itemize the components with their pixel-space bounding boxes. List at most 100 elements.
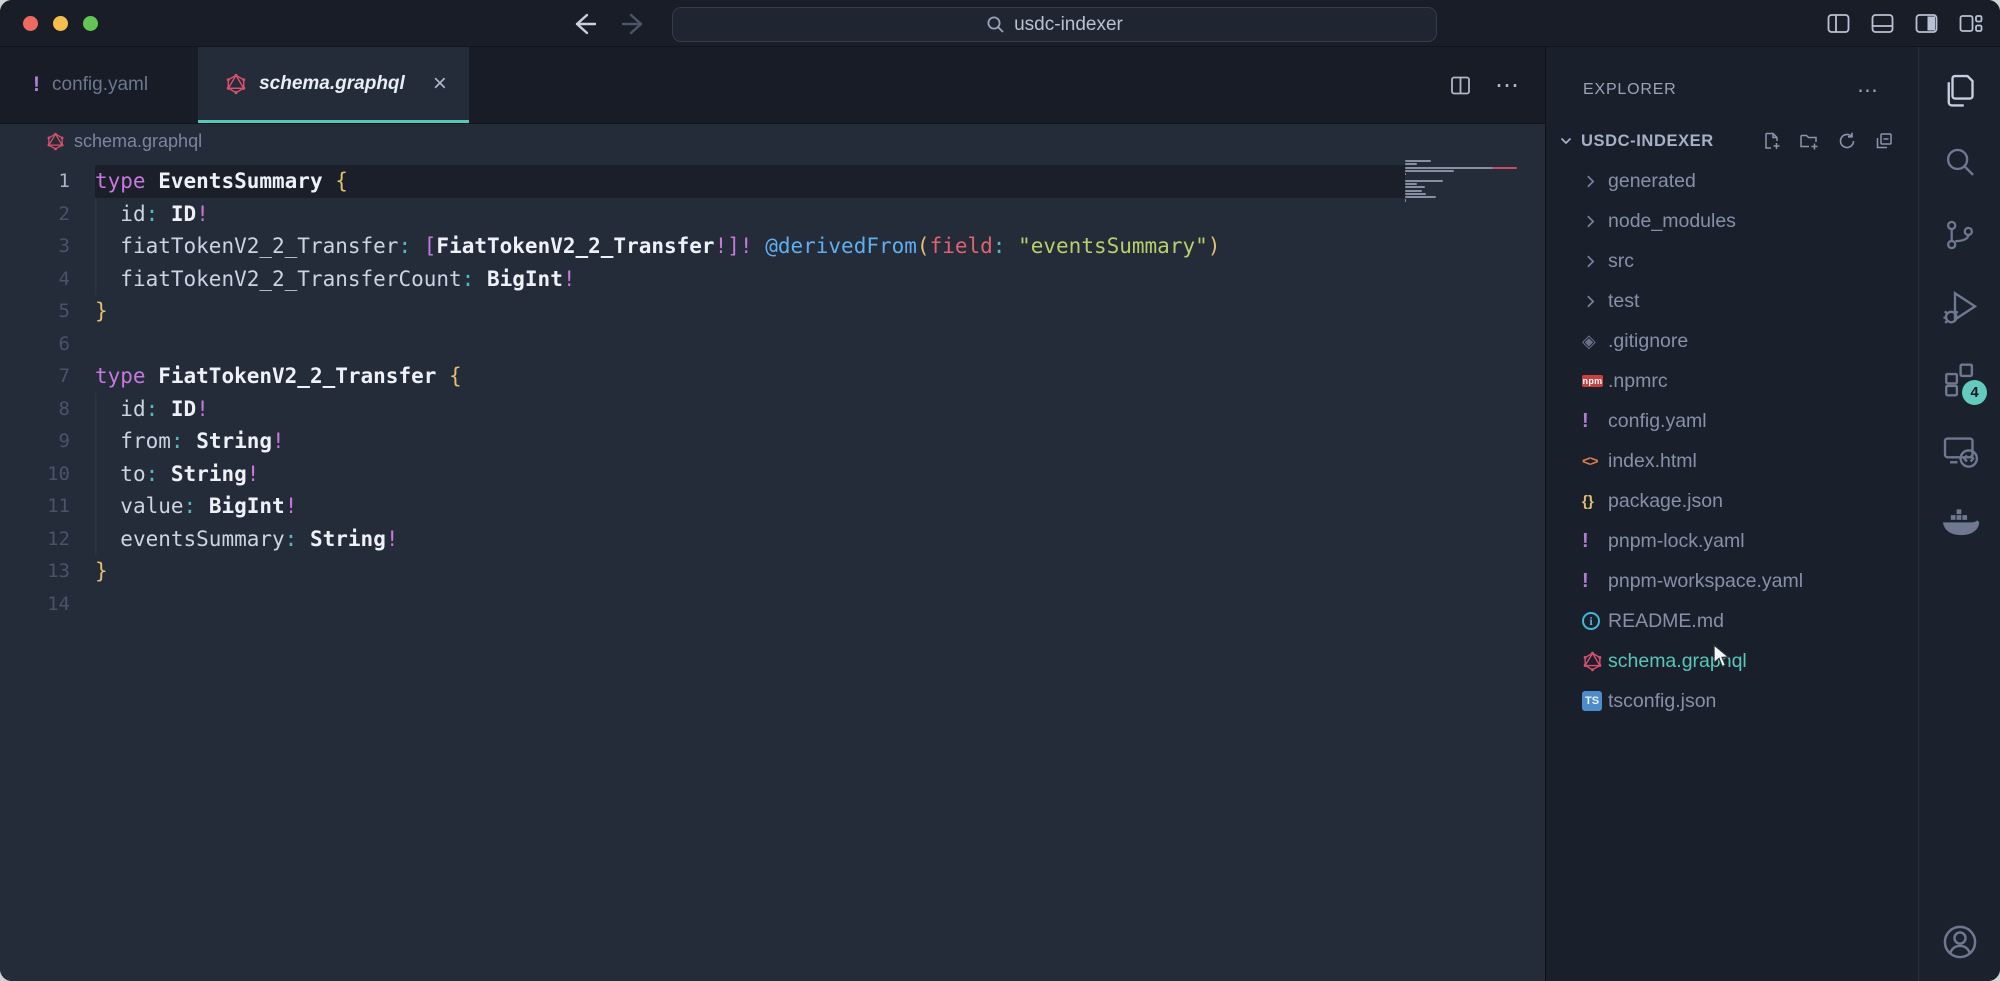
activitybar-account[interactable]: [1919, 921, 2000, 963]
explorer-item-gitignore[interactable]: ◈.gitignore: [1546, 321, 1918, 361]
code-token: [146, 169, 159, 193]
code-editor[interactable]: 1type EventsSummary {2 id: ID!3 fiatToke…: [0, 158, 1545, 981]
explorer-item-package-json[interactable]: {}package.json: [1546, 481, 1918, 521]
close-window-button[interactable]: [23, 16, 38, 31]
search-value: usdc-indexer: [1014, 14, 1123, 36]
chevron-right-icon: [1582, 253, 1608, 270]
back-arrow-icon[interactable]: [568, 11, 598, 37]
search-icon: [986, 15, 1005, 34]
yaml-icon: !: [1582, 410, 1608, 433]
code-line-11[interactable]: 11 value: BigInt!: [0, 490, 1545, 523]
code-line-2[interactable]: 2 id: ID!: [0, 198, 1545, 231]
code-token: [95, 462, 120, 486]
code-line-7[interactable]: 7type FiatTokenV2_2_Transfer {: [0, 360, 1545, 393]
explorer-item-pnpm-workspace-yaml[interactable]: !pnpm-workspace.yaml: [1546, 561, 1918, 601]
code-line-8[interactable]: 8 id: ID!: [0, 393, 1545, 426]
chevron-down-icon: [1558, 133, 1574, 149]
code-line-12[interactable]: 12 eventsSummary: String!: [0, 523, 1545, 556]
code-token: value: [120, 494, 183, 518]
forward-arrow-icon[interactable]: [620, 11, 650, 37]
code-line-content: value: BigInt!: [95, 490, 1405, 523]
npm-icon: npm: [1582, 375, 1608, 387]
code-token: [158, 397, 171, 421]
traffic-lights: [23, 16, 98, 31]
explorer-item-npmrc[interactable]: npm.npmrc: [1546, 361, 1918, 401]
toggle-left-panel-icon[interactable]: [1825, 10, 1852, 37]
code-line-4[interactable]: 4 fiatTokenV2_2_TransferCount: BigInt!: [0, 263, 1545, 296]
code-token: ID: [171, 202, 196, 226]
code-token: @derivedFrom: [765, 234, 917, 258]
code-token: BigInt: [209, 494, 285, 518]
code-token: [184, 429, 197, 453]
minimap-line: [1405, 167, 1517, 169]
code-line-10[interactable]: 10 to: String!: [0, 458, 1545, 491]
activitybar-docker[interactable]: [1919, 487, 2000, 559]
code-token: FiatTokenV2_2_Transfer: [158, 364, 436, 388]
code-token: [411, 234, 424, 258]
chevron-right-icon: [1582, 293, 1608, 310]
extensions-badge: 4: [1962, 380, 1987, 405]
explorer-item-label: schema.graphql: [1608, 650, 1747, 673]
line-number: 6: [0, 328, 95, 361]
code-line-9[interactable]: 9 from: String!: [0, 425, 1545, 458]
explorer-item-config-yaml[interactable]: !config.yaml: [1546, 401, 1918, 441]
new-file-icon[interactable]: [1762, 131, 1782, 151]
titlebar: usdc-indexer: [0, 0, 2000, 47]
explorer-item-node-modules[interactable]: node_modules: [1546, 201, 1918, 241]
code-token: String: [171, 462, 247, 486]
collapse-all-icon[interactable]: [1874, 131, 1894, 151]
explorer-item-src[interactable]: src: [1546, 241, 1918, 281]
code-token: [95, 202, 120, 226]
more-actions-icon[interactable]: ⋯: [1495, 71, 1521, 100]
explorer-more-actions-icon[interactable]: ⋯: [1857, 78, 1880, 103]
close-tab-icon[interactable]: ×: [433, 72, 447, 96]
breadcrumb[interactable]: schema.graphql: [0, 124, 1545, 158]
graphql-icon: [1582, 651, 1608, 672]
code-line-5[interactable]: 5}: [0, 295, 1545, 328]
code-token: [95, 397, 120, 421]
explorer-item-label: index.html: [1608, 450, 1697, 473]
activitybar-source-control[interactable]: [1919, 199, 2000, 271]
toggle-right-sidebar-icon[interactable]: [1913, 10, 1940, 37]
docker-icon: [1939, 502, 1981, 544]
activitybar-explorer[interactable]: [1919, 55, 2000, 127]
yaml-icon: !: [33, 73, 40, 97]
split-editor-icon[interactable]: [1448, 73, 1473, 98]
explorer-item-pnpm-lock-yaml[interactable]: !pnpm-lock.yaml: [1546, 521, 1918, 561]
activitybar-remote-explorer[interactable]: [1919, 415, 2000, 487]
minimap[interactable]: [1405, 160, 1520, 206]
tab-config-yaml[interactable]: ! config.yaml: [0, 47, 198, 123]
refresh-icon[interactable]: [1837, 131, 1857, 151]
minimize-window-button[interactable]: [53, 16, 68, 31]
code-line-13[interactable]: 13}: [0, 555, 1545, 588]
new-folder-icon[interactable]: [1799, 131, 1820, 151]
explorer-item-generated[interactable]: generated: [1546, 161, 1918, 201]
code-token: [95, 267, 120, 291]
code-line-3[interactable]: 3 fiatTokenV2_2_Transfer: [FiatTokenV2_2…: [0, 230, 1545, 263]
explorer-item-index-html[interactable]: <>index.html: [1546, 441, 1918, 481]
code-line-1[interactable]: 1type EventsSummary {: [0, 165, 1545, 198]
line-number: 2: [0, 198, 95, 231]
tab-schema-graphql[interactable]: schema.graphql ×: [198, 47, 469, 123]
explorer-item-label: src: [1608, 250, 1634, 273]
toggle-bottom-panel-icon[interactable]: [1869, 10, 1896, 37]
explorer-item-readme-md[interactable]: iREADME.md: [1546, 601, 1918, 641]
explorer-item-tsconfig-json[interactable]: TStsconfig.json: [1546, 681, 1918, 721]
command-center-search[interactable]: usdc-indexer: [672, 7, 1437, 42]
explorer-header: EXPLORER ⋯: [1546, 73, 1918, 107]
code-token: :: [171, 429, 184, 453]
activitybar-search[interactable]: [1919, 127, 2000, 199]
explorer-section-usdc-indexer[interactable]: USDC-INDEXER: [1546, 123, 1918, 159]
explorer-item-schema-graphql[interactable]: schema.graphql: [1546, 641, 1918, 681]
code-token: :: [462, 267, 475, 291]
explorer-item-test[interactable]: test: [1546, 281, 1918, 321]
zoom-window-button[interactable]: [83, 16, 98, 31]
code-line-6[interactable]: 6: [0, 328, 1545, 361]
activitybar-extensions[interactable]: 4: [1919, 343, 2000, 415]
code-line-14[interactable]: 14: [0, 588, 1545, 621]
json-icon: {}: [1582, 493, 1608, 510]
remote-explorer-icon: [1940, 431, 1980, 471]
activitybar-run-debug[interactable]: [1919, 271, 2000, 343]
code-line-content: id: ID!: [95, 393, 1405, 426]
customize-layout-icon[interactable]: [1957, 10, 1984, 37]
